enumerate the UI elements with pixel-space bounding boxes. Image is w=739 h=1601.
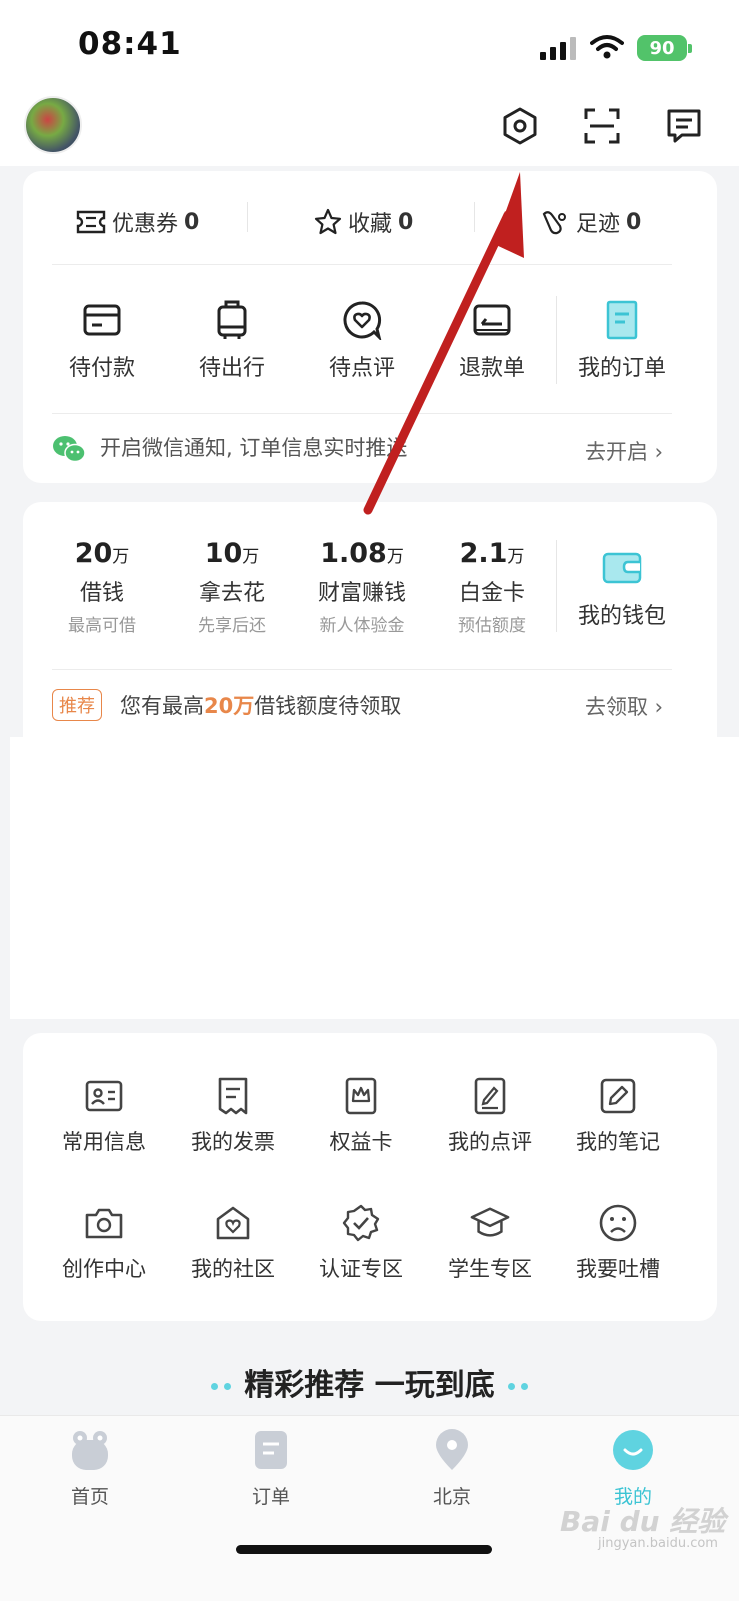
recommend-badge: 推荐 — [52, 689, 102, 721]
crown-card-icon — [341, 1076, 381, 1116]
student-zone-button[interactable]: 学生专区 — [426, 1203, 554, 1283]
promo-highlight: 20万 — [204, 694, 255, 718]
benefits-card-label: 权益卡 — [329, 1130, 393, 1154]
claim-label: 去领取 — [585, 695, 648, 719]
divider — [52, 669, 672, 670]
credit-subtitle: 先享后还 — [198, 616, 266, 636]
my-community-label: 我的社区 — [191, 1257, 275, 1281]
orders-tab-icon — [255, 1431, 287, 1469]
home-mascot-icon — [72, 1431, 108, 1470]
my-reviews-button[interactable]: 我的点评 — [426, 1076, 554, 1156]
empty-content-area — [10, 737, 739, 1019]
recommend-heading-text: 精彩推荐 一玩到底 — [244, 1368, 495, 1403]
common-info-label: 常用信息 — [62, 1130, 146, 1154]
tab-city[interactable]: 北京 — [402, 1428, 502, 1509]
student-zone-label: 学生专区 — [448, 1257, 532, 1281]
wealth-subtitle: 新人体验金 — [319, 616, 405, 636]
invoice-icon — [213, 1076, 253, 1116]
home-indicator — [236, 1545, 492, 1554]
my-reviews-label: 我的点评 — [448, 1130, 532, 1154]
claim-link[interactable]: 去领取 › — [585, 691, 663, 721]
invoice-label: 我的发票 — [191, 1130, 275, 1154]
feedback-button[interactable]: 我要吐槽 — [554, 1203, 682, 1283]
tab-mine[interactable]: 我的 — [583, 1428, 683, 1509]
profile-smile-icon — [613, 1430, 653, 1470]
feedback-label: 我要吐槽 — [576, 1257, 660, 1281]
graduation-cap-icon — [470, 1203, 510, 1243]
creator-center-label: 创作中心 — [62, 1257, 146, 1281]
tab-city-label: 北京 — [432, 1486, 471, 1508]
my-wallet-label: 我的钱包 — [577, 604, 666, 629]
invoice-button[interactable]: 我的发票 — [169, 1076, 297, 1156]
benefits-card-button[interactable]: 权益卡 — [297, 1076, 425, 1156]
baidu-watermark-url: jingyan.baidu.com — [598, 1536, 718, 1551]
tab-home-label: 首页 — [70, 1486, 109, 1508]
recommend-heading: 精彩推荐 一玩到底 — [0, 1360, 739, 1404]
tab-orders-label: 订单 — [251, 1486, 290, 1508]
platinum-subtitle: 预估额度 — [458, 616, 526, 636]
promo-text: 您有最高20万借钱额度待领取 — [120, 690, 401, 720]
creator-center-button[interactable]: 创作中心 — [40, 1203, 168, 1283]
promo-prefix: 您有最高 — [120, 694, 204, 718]
community-house-icon — [213, 1203, 253, 1243]
id-card-icon — [84, 1076, 124, 1116]
tab-home[interactable]: 首页 — [40, 1428, 140, 1509]
edit-document-icon — [470, 1076, 510, 1116]
my-notes-label: 我的笔记 — [576, 1130, 660, 1154]
note-pencil-icon — [598, 1076, 638, 1116]
my-community-button[interactable]: 我的社区 — [169, 1203, 297, 1283]
verification-zone-button[interactable]: 认证专区 — [297, 1203, 425, 1283]
common-info-button[interactable]: 常用信息 — [40, 1076, 168, 1156]
loan-subtitle: 最高可借 — [68, 616, 136, 636]
my-notes-button[interactable]: 我的笔记 — [554, 1076, 682, 1156]
verified-badge-icon — [341, 1203, 381, 1243]
annotation-arrow — [363, 172, 524, 515]
promo-suffix: 借钱额度待领取 — [254, 694, 402, 718]
verification-zone-label: 认证专区 — [319, 1257, 403, 1281]
location-pin-icon — [436, 1429, 468, 1470]
baidu-watermark: Bai du 经验 — [560, 1505, 726, 1538]
sad-face-icon — [598, 1203, 638, 1243]
camera-icon — [84, 1203, 124, 1243]
tab-orders[interactable]: 订单 — [221, 1428, 321, 1509]
